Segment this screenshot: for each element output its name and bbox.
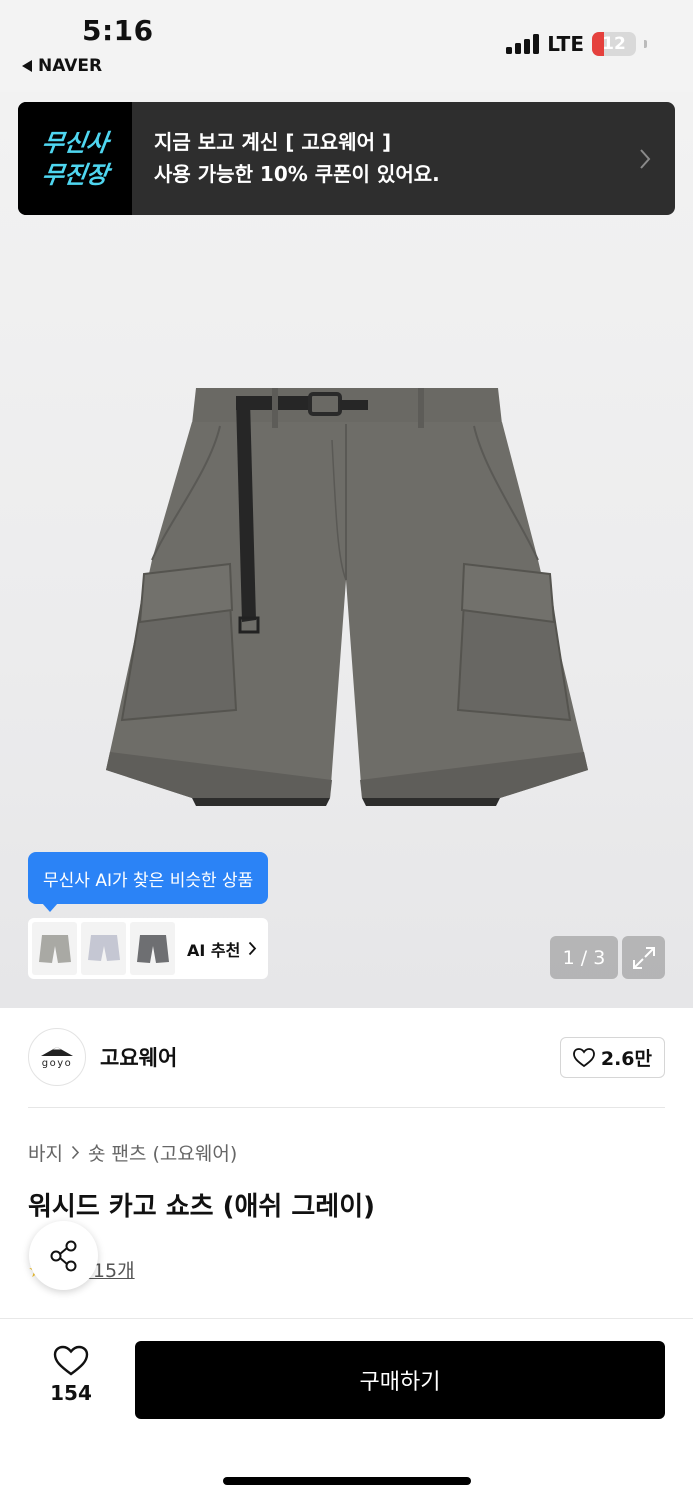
divider xyxy=(28,1107,665,1108)
brand-name[interactable]: 고요웨어 xyxy=(100,1042,177,1072)
chevron-right-icon xyxy=(615,102,675,215)
heart-icon xyxy=(572,1047,595,1067)
coupon-promo-banner[interactable]: 무신사 무진장 지금 보고 계신 [ 고요웨어 ] 사용 가능한 10% 쿠폰이… xyxy=(18,102,675,215)
ai-recommend-link[interactable]: AI 추천 xyxy=(187,937,257,961)
ai-tooltip-text: 무신사 AI가 찾은 비슷한 상품 xyxy=(43,870,254,891)
wishlist-count: 154 xyxy=(50,1381,92,1405)
battery-icon: 12 xyxy=(592,32,636,56)
share-button[interactable] xyxy=(29,1221,98,1290)
chevron-right-icon xyxy=(71,1145,80,1160)
cargo-shorts-image[interactable] xyxy=(100,380,592,806)
status-bar: 5:16 NAVER LTE 12 xyxy=(0,0,693,92)
status-indicators: LTE 12 xyxy=(506,32,647,56)
brand-like-button[interactable]: 2.6만 xyxy=(559,1037,665,1078)
breadcrumb-subcategory[interactable]: 숏 팬츠 (고요웨어) xyxy=(88,1139,237,1166)
promo-text: 지금 보고 계신 [ 고요웨어 ] 사용 가능한 10% 쿠폰이 있어요. xyxy=(132,102,615,215)
ai-similar-products-tooltip: 무신사 AI가 찾은 비슷한 상품 xyxy=(28,852,269,912)
mountain-icon xyxy=(41,1047,73,1056)
promo-line2: 사용 가능한 10% 쿠폰이 있어요. xyxy=(154,162,440,186)
chevron-right-icon xyxy=(249,941,257,956)
wishlist-button[interactable]: 154 xyxy=(40,1345,102,1405)
home-indicator[interactable] xyxy=(223,1477,471,1485)
brand-logo-text: goyo xyxy=(41,1058,73,1069)
recommend-thumbnail[interactable] xyxy=(81,922,126,975)
signal-icon xyxy=(506,34,540,54)
bottom-action-bar: 154 구매하기 xyxy=(0,1318,693,1500)
product-title: 워시드 카고 쇼츠 (애쉬 그레이) xyxy=(28,1192,376,1222)
image-page-indicator: 1 / 3 xyxy=(550,936,618,979)
expand-icon xyxy=(632,946,655,969)
back-triangle-icon xyxy=(22,60,32,72)
ai-recommend-label: AI 추천 xyxy=(187,940,241,960)
promo-logo-line1: 무신사 xyxy=(39,128,111,157)
brand-row[interactable]: goyo 고요웨어 2.6만 xyxy=(28,1028,665,1086)
network-label: LTE xyxy=(547,32,584,56)
promo-logo-line2: 무진장 xyxy=(39,160,111,189)
battery-level: 12 xyxy=(602,34,626,54)
heart-icon xyxy=(53,1345,89,1376)
brand-logo[interactable]: goyo xyxy=(28,1028,86,1086)
back-app-label: NAVER xyxy=(38,56,103,76)
recommend-thumbnail[interactable] xyxy=(32,922,77,975)
buy-button[interactable]: 구매하기 xyxy=(135,1341,665,1419)
share-icon xyxy=(50,1240,76,1271)
breadcrumb-category[interactable]: 바지 xyxy=(28,1139,63,1166)
status-time: 5:16 xyxy=(82,14,154,47)
back-to-app-link[interactable]: NAVER xyxy=(22,56,102,76)
promo-line1: 지금 보고 계신 [ 고요웨어 ] xyxy=(154,130,392,154)
musinsa-mujinjang-logo: 무신사 무진장 xyxy=(18,102,132,215)
breadcrumb: 바지 숏 팬츠 (고요웨어) xyxy=(28,1139,237,1166)
expand-image-button[interactable] xyxy=(622,936,665,979)
brand-like-count: 2.6만 xyxy=(600,1048,652,1070)
battery-cap xyxy=(644,40,647,48)
recommend-thumbnail[interactable] xyxy=(130,922,175,975)
ai-recommend-strip[interactable]: AI 추천 xyxy=(28,918,268,979)
